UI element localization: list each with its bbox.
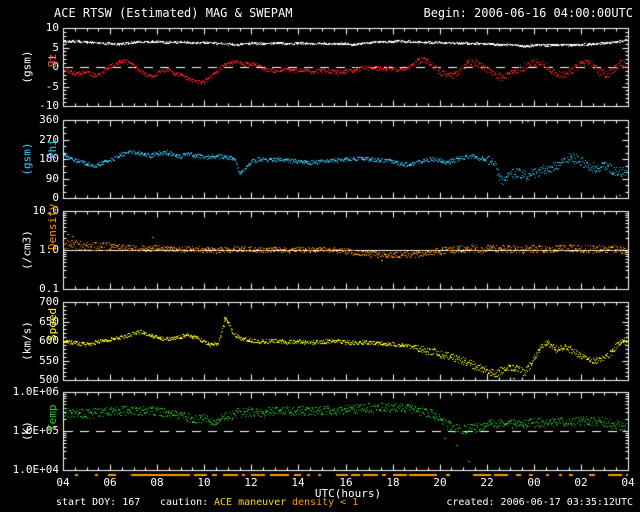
caution-density-label: density < 1 (292, 497, 359, 508)
x-tick-label: 02 (574, 476, 588, 489)
x-tick-label: 06 (103, 476, 117, 489)
y-tick-label: 10 (45, 21, 59, 34)
caution-label: caution: (160, 497, 209, 508)
x-tick-label: 04 (621, 476, 635, 489)
panel-unit-label: (gsm) (20, 142, 34, 176)
y-tick-label: 700 (39, 295, 59, 308)
panel-name-part: Temp (46, 404, 59, 432)
x-tick-label: 10 (197, 476, 211, 489)
y-tick-label: 0 (52, 191, 59, 204)
y-tick-label: -10 (39, 99, 59, 112)
x-tick-label: 00 (527, 476, 541, 489)
x-tick-label: 16 (339, 476, 353, 489)
panel-unit-label: (gsm) (20, 50, 34, 84)
x-tick-label: 14 (291, 476, 305, 489)
created-timestamp: created: 2006-06-17 03:35:12UTC (446, 497, 633, 508)
panel-name-part: Speed (46, 307, 59, 341)
x-tick-label: 22 (480, 476, 494, 489)
plot-canvas (0, 0, 640, 512)
y-tick-label: 1.0E+04 (12, 463, 59, 476)
x-tick-label: 20 (433, 476, 447, 489)
y-tick-label: 360 (39, 113, 59, 126)
x-tick-label: 04 (56, 476, 70, 489)
x-tick-label: 08 (150, 476, 164, 489)
panel-name-part: Density (46, 203, 59, 250)
x-tick-label: 18 (386, 476, 400, 489)
caution-maneuver-label: ACE maneuver (214, 497, 287, 508)
panel-unit-label: (K) (20, 421, 34, 441)
panel-unit-label: (/cm3) (20, 230, 34, 270)
y-tick-label: 0.1 (39, 282, 59, 295)
ace-rtsw-plot: ACE RTSW (Estimated) MAG & SWEPAM Begin:… (0, 0, 640, 512)
panel-name-part: Bz (46, 53, 59, 67)
start-doy-label: start DOY: 167 (56, 497, 141, 508)
begin-timestamp: Begin: 2006-06-16 04:00:00UTC (423, 6, 633, 20)
x-tick-label: 12 (244, 476, 258, 489)
panel-name-part: Phi (46, 139, 59, 159)
panel-unit-label: (km/s) (20, 321, 34, 361)
page-title: ACE RTSW (Estimated) MAG & SWEPAM (54, 6, 293, 20)
y-tick-label: 1.0E+06 (12, 385, 59, 398)
